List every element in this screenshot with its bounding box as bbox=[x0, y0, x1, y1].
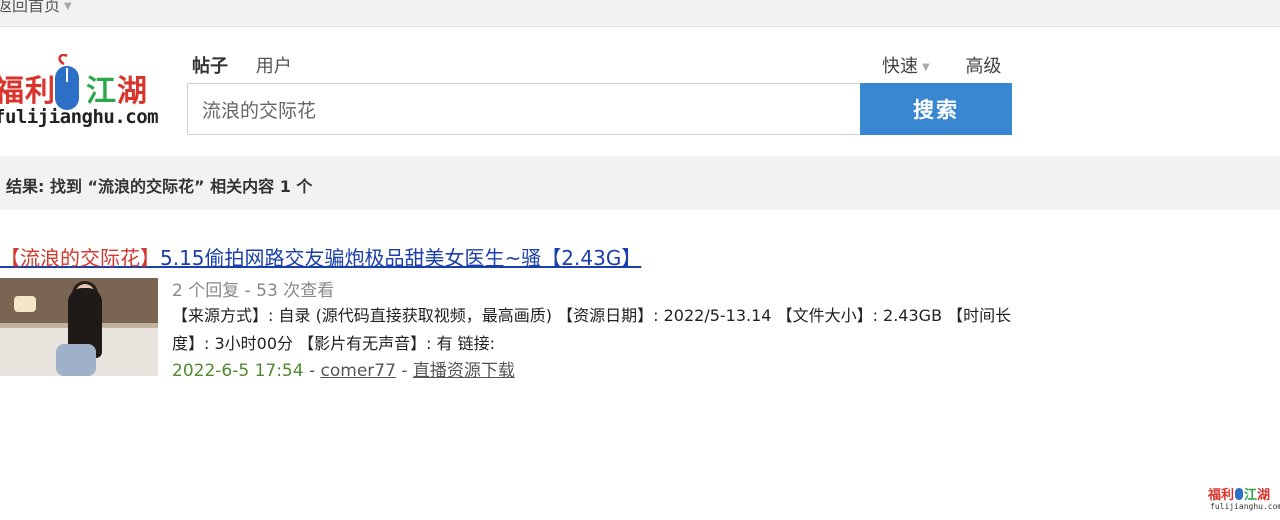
logo-char: 湖 bbox=[117, 74, 148, 109]
separator: - bbox=[308, 361, 316, 381]
site-logo[interactable]: 福利 江湖 fulijianghu.com bbox=[0, 44, 164, 134]
result-stats: 2 个回复 - 53 次查看 bbox=[172, 281, 335, 301]
watermark-domain-text: fulijianghu.com bbox=[1210, 502, 1280, 511]
advanced-search-link[interactable]: 高级 bbox=[965, 56, 1001, 77]
tab-posts[interactable]: 帖子 bbox=[192, 52, 228, 78]
result-footer: 2022-6-5 17:54 - comer77 - 直播资源下载 bbox=[172, 356, 515, 381]
separator: - bbox=[401, 361, 408, 381]
result-title-text: 5.15偷拍网路交友骗炮极品甜美女医生~骚【2.43G】 bbox=[160, 246, 642, 270]
quick-search-dropdown[interactable]: 快速 ▼ bbox=[882, 56, 930, 77]
result-author-link[interactable]: comer77 bbox=[321, 361, 396, 381]
tab-users[interactable]: 用户 bbox=[256, 52, 292, 78]
result-description: 【来源方式】: 自录 (源代码直接获取视频，最高画质) 【资源日期】: 2022… bbox=[172, 306, 1012, 353]
logo-char: 福 bbox=[0, 74, 25, 109]
result-title-link[interactable]: 【流浪的交际花】5.15偷拍网路交友骗炮极品甜美女医生~骚【2.43G】 bbox=[0, 242, 641, 271]
logo-char: 江 bbox=[86, 74, 117, 109]
search-tabs: 帖子 用户 bbox=[192, 52, 314, 78]
mouse-icon bbox=[1235, 488, 1244, 500]
logo-domain-text: fulijianghu.com bbox=[0, 106, 159, 128]
top-bar: 返回首页 ▼ bbox=[0, 0, 1280, 27]
watermark-logo: 福利 江湖 fulijianghu.com bbox=[1208, 484, 1280, 516]
back-home-link[interactable]: 返回首页 ▼ bbox=[0, 0, 72, 16]
quick-search-label: 快速 bbox=[882, 56, 918, 77]
results-summary: 结果: 找到 “流浪的交际花” 相关内容 1 个 bbox=[6, 177, 313, 196]
chevron-down-icon: ▼ bbox=[922, 61, 930, 73]
search-button[interactable]: 搜索 bbox=[860, 83, 1012, 135]
result-thumbnail[interactable] bbox=[0, 278, 158, 376]
search-input[interactable] bbox=[187, 83, 859, 135]
result-date: 2022-6-5 17:54 bbox=[172, 361, 304, 381]
results-summary-bar: 结果: 找到 “流浪的交际花” 相关内容 1 个 bbox=[0, 156, 1280, 210]
watermark-chinese-text: 福利 江湖 bbox=[1208, 488, 1271, 503]
result-forum-link[interactable]: 直播资源下载 bbox=[413, 361, 515, 381]
chevron-down-icon: ▼ bbox=[64, 1, 72, 12]
search-options: 快速 ▼ 高级 bbox=[882, 52, 1001, 78]
result-title-keyword: 【流浪的交际花】 bbox=[0, 246, 160, 270]
back-home-label: 返回首页 bbox=[0, 0, 61, 15]
mouse-icon bbox=[55, 54, 79, 110]
